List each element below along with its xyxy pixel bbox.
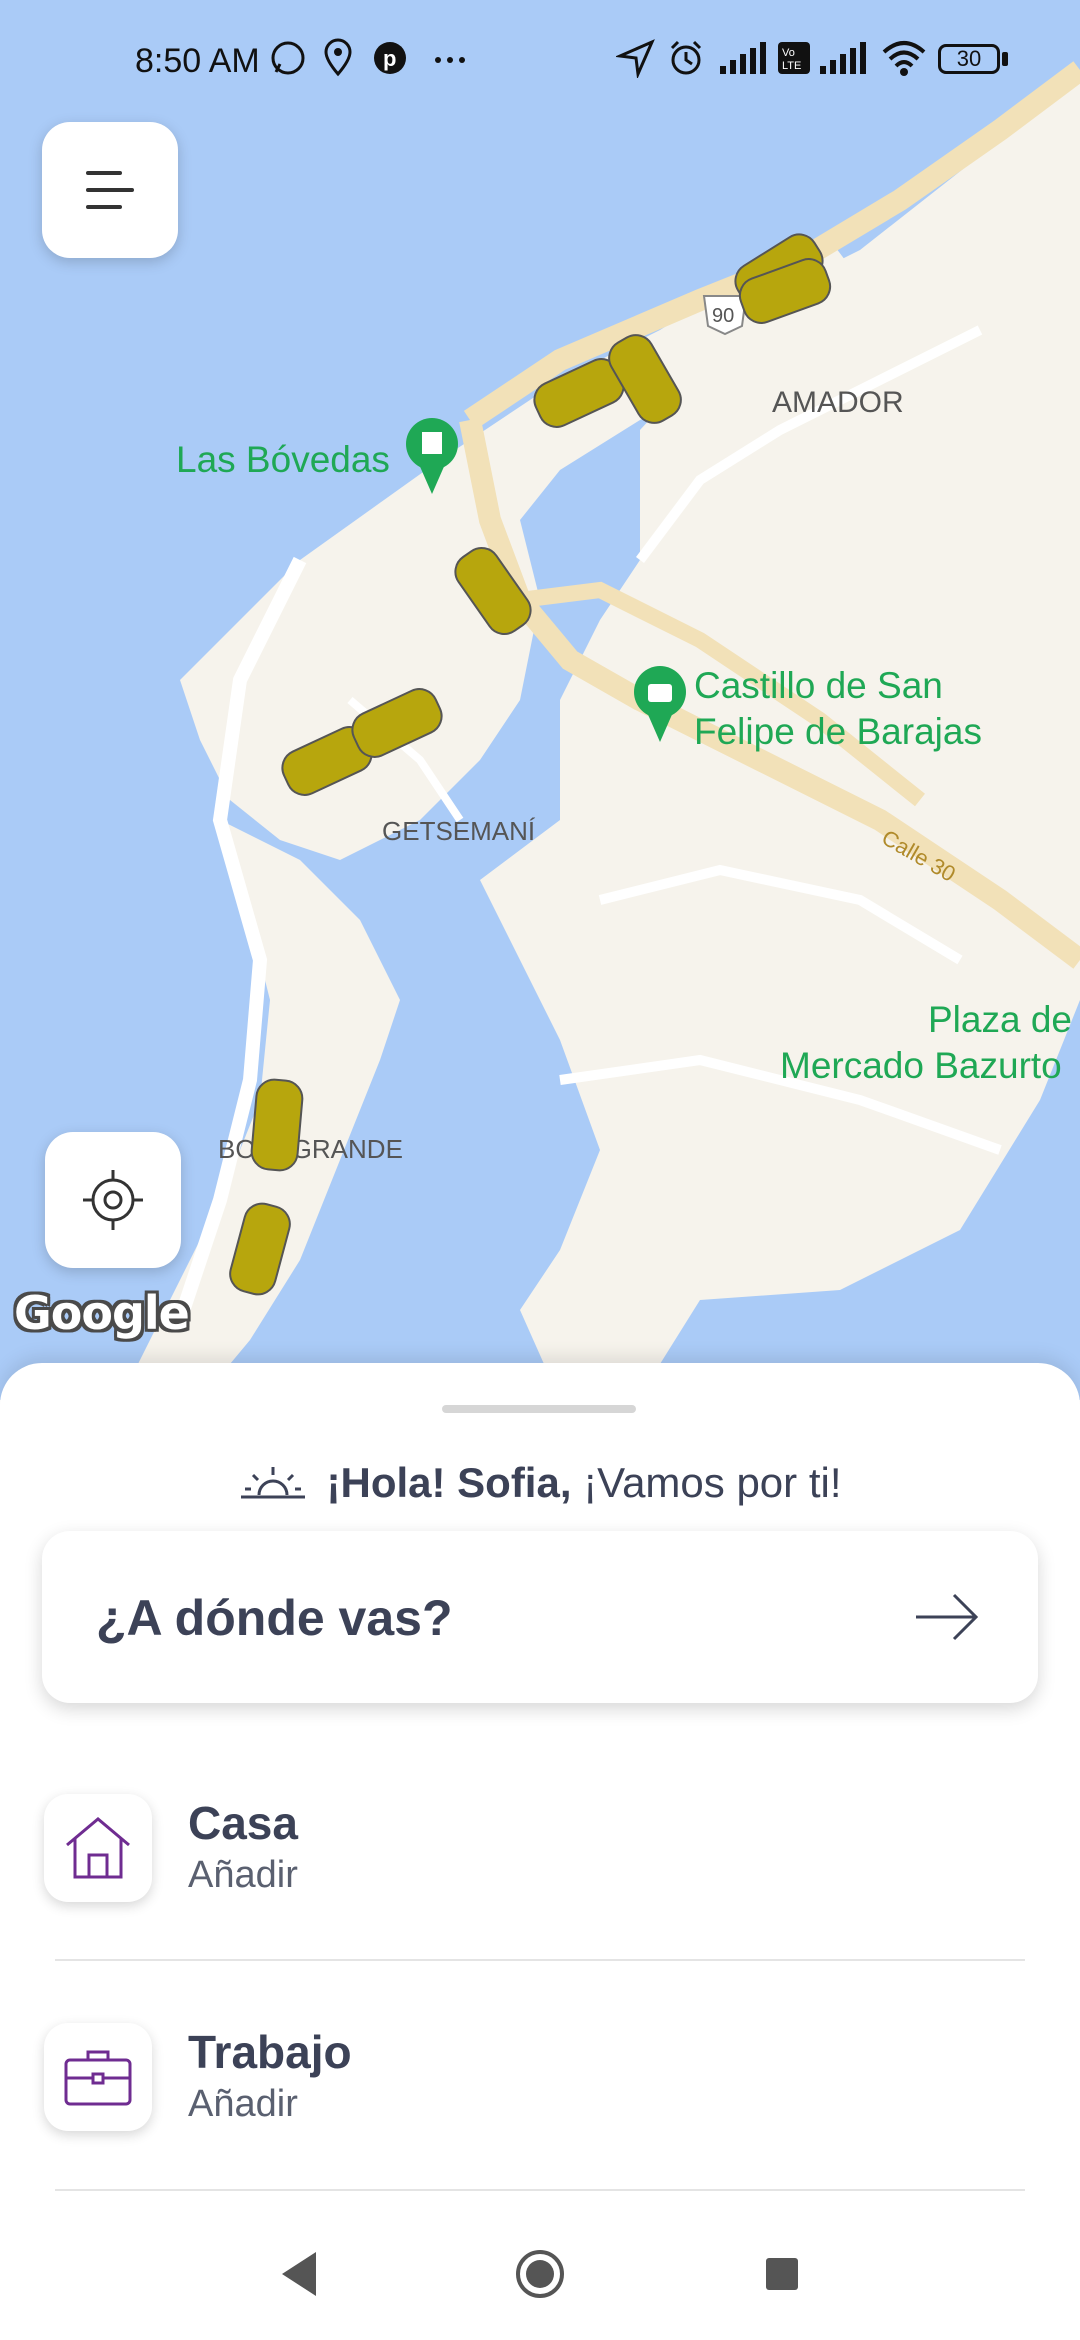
taxi-marker-icon	[250, 1078, 304, 1172]
status-time: 8:50 AM	[135, 42, 260, 80]
home-circle-icon[interactable]	[514, 2248, 566, 2300]
alarm-icon	[670, 40, 702, 75]
map-label-amador: AMADOR	[772, 386, 904, 419]
arrow-right-icon	[916, 1593, 979, 1641]
volte-icon: VoLTE	[778, 42, 810, 74]
greeting: ¡Hola! Sofia, ¡Vamos por ti!	[0, 1448, 1080, 1518]
battery-level: 30	[956, 46, 982, 71]
map-label-castillo-2: Felipe de Barajas	[694, 711, 982, 752]
destination-search-card[interactable]: ¿A dónde vas?	[42, 1531, 1038, 1703]
bottom-sheet: ¡Hola! Sofia, ¡Vamos por ti! ¿A dónde va…	[0, 1363, 1080, 2340]
battery-tip-icon	[1002, 52, 1008, 66]
back-icon[interactable]	[276, 2248, 320, 2300]
svg-text:p: p	[383, 46, 396, 71]
briefcase-icon	[64, 2050, 132, 2106]
destination-prompt: ¿A dónde vas?	[96, 1590, 453, 1646]
my-location-button[interactable]	[45, 1132, 181, 1268]
map-label-las-bovedas: Las Bóvedas	[176, 439, 390, 480]
home-icon	[66, 1817, 130, 1879]
google-logo: Google	[14, 1286, 190, 1340]
more-dots-icon	[435, 57, 465, 63]
greeting-name: ¡Hola! Sofia,	[326, 1459, 572, 1506]
divider	[55, 2189, 1025, 2191]
menu-button[interactable]	[42, 122, 178, 258]
place-title: Trabajo	[188, 2026, 352, 2078]
signal-icon	[720, 42, 766, 74]
map-label-bocagrande: BOCAGRANDE	[218, 1134, 403, 1164]
saved-place-work[interactable]: Trabajo Añadir	[42, 2013, 1038, 2173]
status-bar: 8:50 AM p Vo LTE 30	[0, 0, 1080, 120]
whatsapp-icon	[271, 41, 305, 75]
map-label-plaza-1: Plaza de	[928, 999, 1072, 1040]
map-label-plaza-2: Mercado Bazurto	[780, 1045, 1062, 1086]
place-add-label[interactable]: Añadir	[188, 1854, 298, 1897]
saved-place-home[interactable]: Casa Añadir	[42, 1784, 1038, 1944]
svg-text:Vo: Vo	[782, 47, 795, 59]
route-number: 90	[712, 305, 734, 327]
place-title: Casa	[188, 1797, 298, 1849]
wifi-icon	[882, 41, 926, 76]
home-icon-box	[44, 1794, 152, 1902]
place-add-label[interactable]: Añadir	[188, 2083, 298, 2126]
sunrise-icon	[240, 1467, 305, 1499]
sheet-drag-handle[interactable]	[442, 1405, 636, 1413]
pinterest-icon: p	[374, 42, 406, 74]
location-pin-icon	[324, 38, 352, 77]
recents-square-icon[interactable]	[762, 2248, 802, 2300]
briefcase-icon-box	[44, 2023, 152, 2131]
map-label-getsemani: GETSEMANÍ	[382, 816, 536, 846]
signal-icon	[820, 42, 866, 74]
system-nav-bar	[0, 2212, 1080, 2340]
greeting-message: ¡Vamos por ti!	[583, 1459, 842, 1506]
map-label-castillo-1: Castillo de San	[694, 665, 943, 706]
divider	[55, 1959, 1025, 1961]
svg-text:LTE: LTE	[782, 60, 801, 72]
crosshair-icon	[83, 1170, 143, 1230]
hamburger-menu-icon	[86, 171, 134, 209]
battery-icon: 30	[938, 44, 1000, 74]
navigation-icon	[616, 39, 655, 78]
